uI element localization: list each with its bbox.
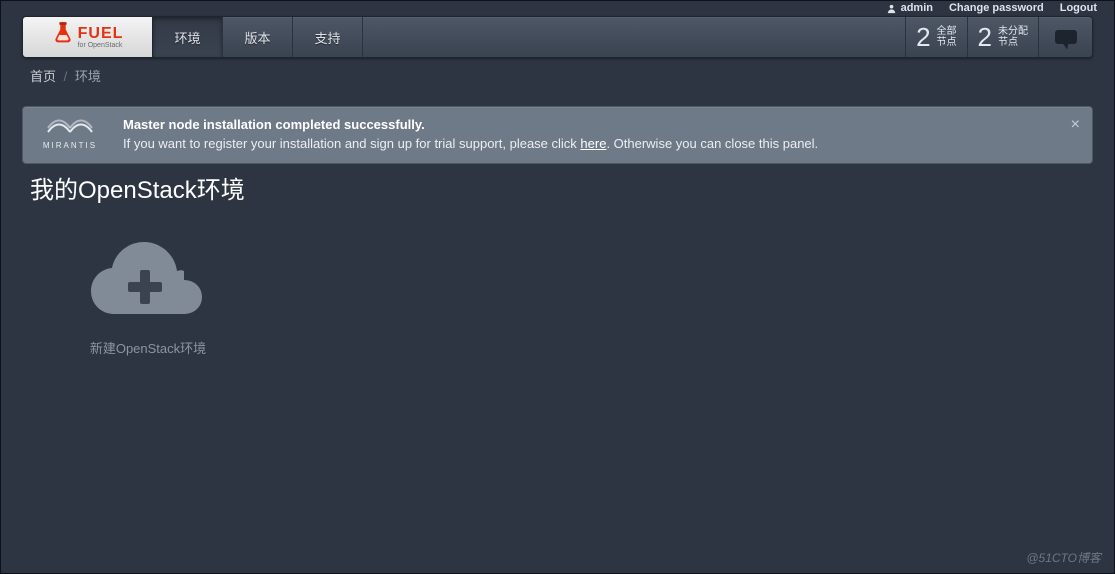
logout-link[interactable]: Logout [1060, 2, 1097, 14]
page-title: 我的OpenStack环境 [30, 170, 245, 205]
user-icon [886, 3, 897, 14]
watermark: @51CTO博客 [1026, 549, 1101, 566]
mirantis-logo: MIRANTIS [35, 118, 105, 150]
user-bar: admin Change password Logout [886, 0, 1097, 16]
stat-unassigned-count: 2 [978, 22, 992, 53]
logo-subtitle: for OpenStack [78, 42, 123, 49]
breadcrumb-separator: / [64, 69, 68, 84]
alert-message: Master node installation completed succe… [123, 117, 818, 151]
breadcrumb-home[interactable]: 首页 [30, 69, 56, 84]
breadcrumb: 首页 / 环境 [30, 66, 101, 85]
alert-line1: Master node installation completed succe… [123, 117, 818, 132]
stat-total-nodes[interactable]: 2 全部 节点 [905, 17, 966, 57]
stat-unassigned-nodes[interactable]: 2 未分配 节点 [967, 17, 1038, 57]
new-environment-tile[interactable]: 新建OpenStack环境 [58, 230, 238, 357]
logo-word: FUEL [78, 26, 124, 42]
nav-support[interactable]: 支持 [293, 17, 363, 57]
username-text: admin [901, 2, 933, 14]
change-password-link[interactable]: Change password [949, 2, 1044, 14]
chat-icon [1055, 30, 1077, 44]
stat-unassigned-label: 未分配 节点 [998, 26, 1028, 48]
new-environment-caption: 新建OpenStack环境 [58, 338, 238, 357]
main-navbar: FUEL for OpenStack 环境 版本 支持 2 全部 节点 2 未分… [22, 16, 1093, 58]
stat-total-count: 2 [916, 22, 930, 53]
stat-total-label: 全部 节点 [937, 26, 957, 48]
install-success-alert: MIRANTIS Master node installation comple… [22, 106, 1093, 164]
notifications-button[interactable] [1038, 17, 1092, 57]
alert-close-button[interactable]: × [1071, 117, 1080, 133]
alert-line2: If you want to register your installatio… [123, 136, 818, 151]
alert-here-link[interactable]: here [580, 136, 606, 151]
current-user[interactable]: admin [886, 2, 933, 14]
cloud-plus-icon [88, 230, 208, 314]
fuel-logo[interactable]: FUEL for OpenStack [23, 17, 153, 57]
breadcrumb-current: 环境 [75, 69, 101, 84]
nav-versions[interactable]: 版本 [223, 17, 293, 57]
mirantis-word: MIRANTIS [35, 141, 105, 150]
nav-environments[interactable]: 环境 [153, 17, 223, 57]
fuel-flask-icon [52, 22, 74, 53]
